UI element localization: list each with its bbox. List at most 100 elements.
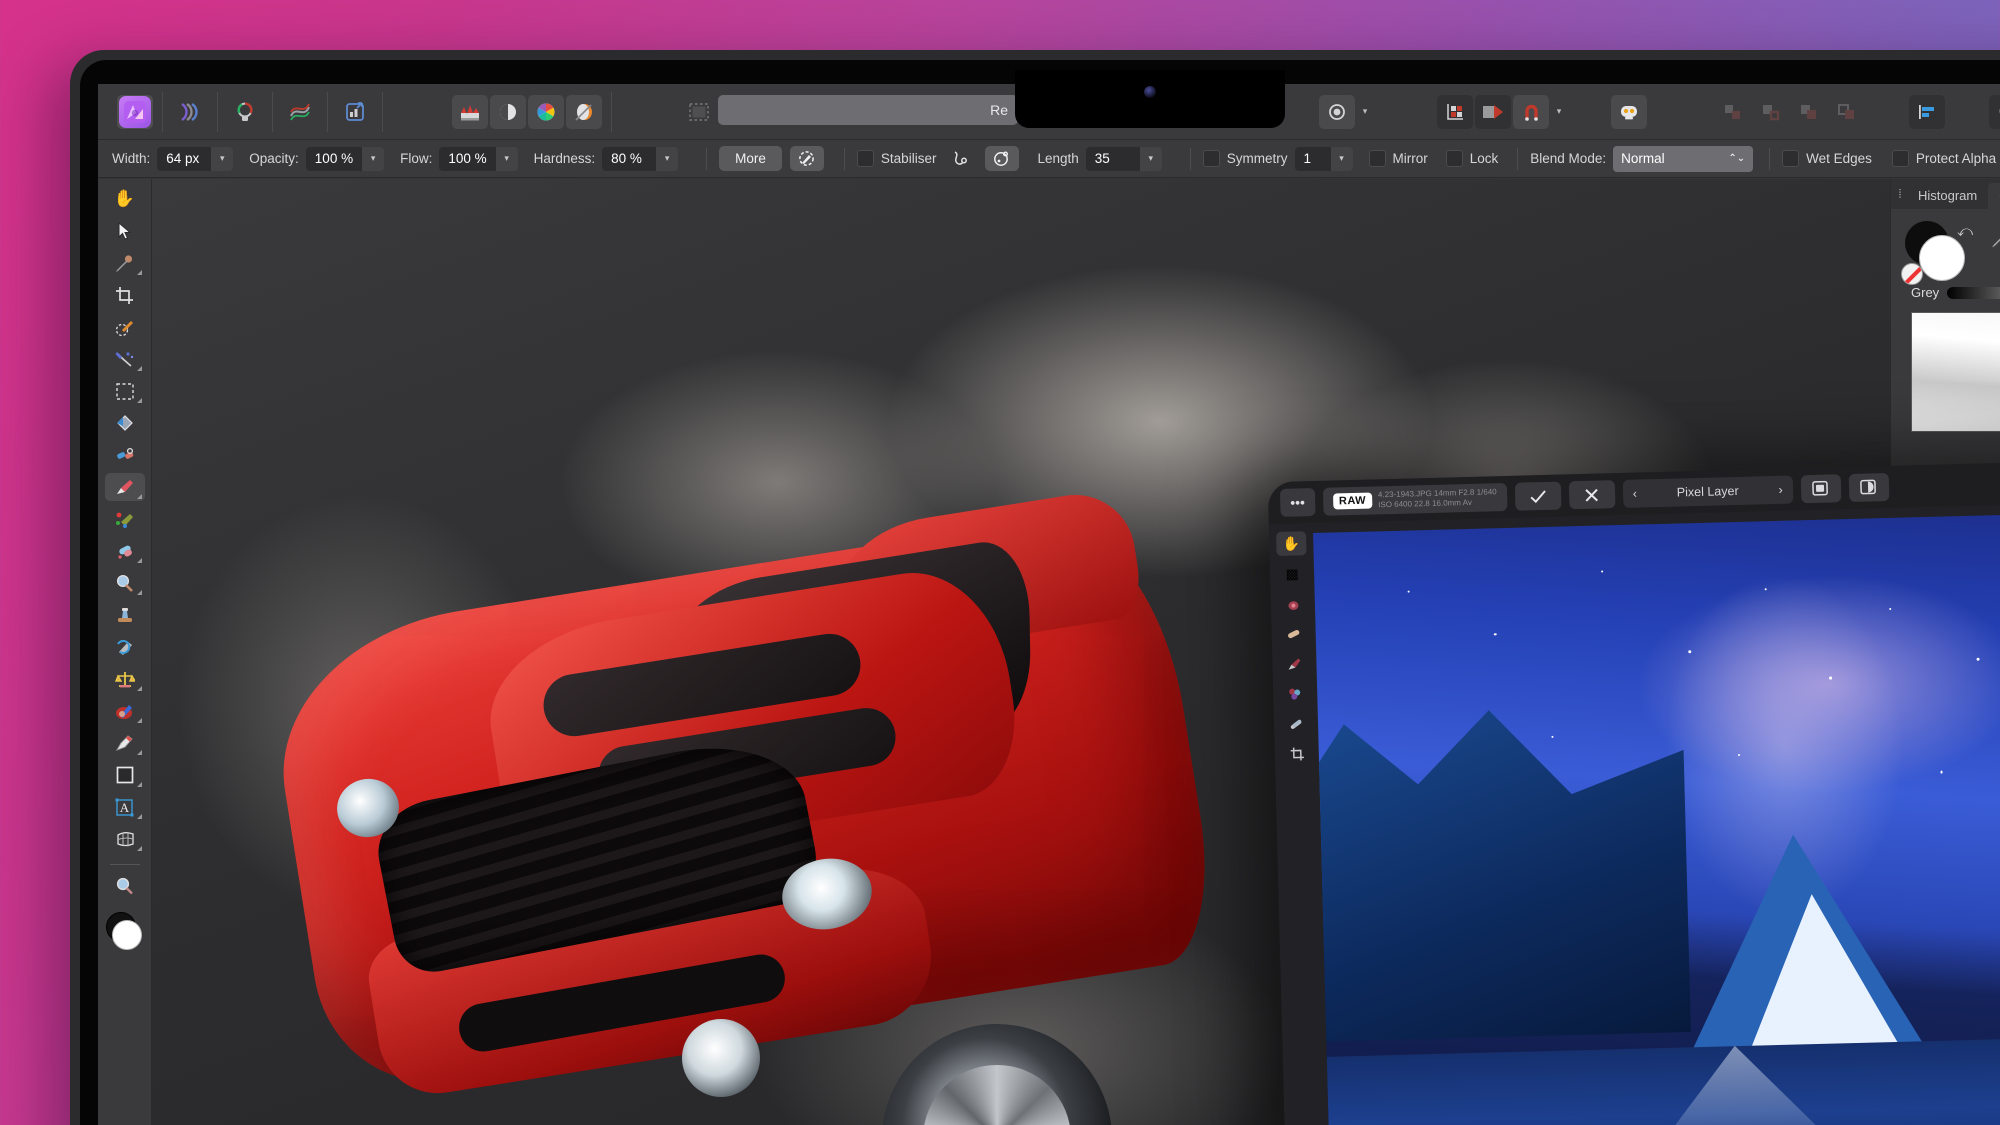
lock-checkbox[interactable] (1445, 150, 1463, 167)
cancel-button[interactable] (1568, 480, 1616, 510)
xor-icon[interactable] (1829, 95, 1865, 129)
stabiliser-checkbox[interactable] (856, 150, 874, 167)
undo-brush-tool[interactable] (105, 633, 145, 661)
persona-tonemapping-button[interactable] (282, 95, 318, 129)
wet-edges-checkbox[interactable] (1782, 150, 1800, 167)
align-left-icon[interactable] (1909, 94, 1945, 129)
crop-tool[interactable] (105, 281, 145, 309)
persona-liquify-button[interactable] (172, 95, 208, 129)
hardness-input[interactable]: 80 % (602, 146, 657, 171)
blend-mode-select[interactable]: Normal ⌃⌄ (1613, 145, 1754, 172)
flood-select-tool[interactable] (105, 345, 145, 373)
blemish-removal-tool[interactable] (105, 697, 145, 725)
artistic-text-tool[interactable]: A (105, 793, 145, 821)
width-input[interactable]: 64 px (157, 146, 212, 171)
output-layer-icon[interactable] (1800, 474, 1842, 504)
preview-mode-icon[interactable] (1319, 94, 1355, 129)
tablet-hand-tool[interactable]: ✋ (1276, 531, 1307, 557)
tablet-overlay-paint-tool[interactable] (1281, 711, 1312, 736)
preview-chevron-down-icon[interactable]: ▾ (1357, 95, 1373, 129)
chevron-left-icon[interactable]: ‹ (1633, 487, 1638, 501)
flow-stepper[interactable]: ▾ (495, 146, 518, 171)
colour-swatches[interactable] (104, 912, 146, 958)
width-stepper[interactable]: ▾ (211, 146, 234, 171)
tab-colour[interactable]: Colour (1988, 183, 2000, 209)
persona-export-group (328, 91, 383, 132)
mirror-checkbox[interactable] (1368, 150, 1386, 167)
persona-photo-button[interactable] (117, 94, 153, 129)
foreground-colour-swatch[interactable] (111, 920, 142, 950)
chevron-right-icon[interactable]: › (1778, 483, 1783, 497)
symmetry-count-input[interactable]: 1 (1294, 146, 1331, 171)
length-stepper[interactable]: ▾ (1139, 146, 1162, 171)
tablet-overlay-tool[interactable]: ▩ (1277, 561, 1308, 586)
persona-develop-button[interactable] (227, 95, 263, 129)
magnet-icon[interactable] (1513, 94, 1549, 129)
persona-export-button[interactable] (337, 95, 373, 129)
zoom-tool[interactable] (105, 872, 145, 900)
tablet-crop-tool[interactable] (1282, 741, 1313, 766)
inpainting-brush-tool[interactable] (105, 665, 145, 693)
more-button[interactable]: More (719, 146, 782, 171)
assistant-robot-icon[interactable] (1611, 94, 1647, 129)
erase-brush-tool[interactable] (105, 537, 145, 565)
compare-icon[interactable] (1848, 472, 1890, 503)
no-colour-icon[interactable] (1901, 263, 1923, 285)
camera-notch (1015, 70, 1285, 128)
tablet-red-eye-tool[interactable] (1278, 591, 1309, 616)
colour-picker-icon[interactable] (1991, 229, 2000, 254)
symmetry-stepper[interactable]: ▾ (1330, 146, 1353, 171)
intersect-icon[interactable] (1791, 95, 1827, 129)
opacity-stepper[interactable]: ▾ (362, 146, 385, 171)
length-input[interactable]: 35 (1085, 146, 1140, 171)
hardness-stepper[interactable]: ▾ (656, 146, 679, 171)
live-filter-icon[interactable] (566, 94, 602, 129)
panel-foreground-swatch[interactable] (1919, 235, 1965, 281)
tab-histogram[interactable]: Histogram (1907, 183, 1988, 209)
opacity-input[interactable]: 100 % (305, 146, 363, 171)
pen-tool[interactable] (105, 729, 145, 757)
gradient-tool[interactable] (105, 441, 145, 469)
apply-button[interactable] (1514, 481, 1562, 511)
snapping-grid-icon[interactable] (1437, 94, 1473, 129)
paint-brush-tool[interactable] (104, 473, 145, 501)
view-hand-tool[interactable]: ✋ (105, 185, 145, 213)
flood-fill-tool[interactable] (105, 409, 145, 437)
colour-gradient-field[interactable] (1911, 312, 2000, 432)
colour-picker-tool[interactable] (105, 249, 145, 277)
symmetry-checkbox[interactable] (1202, 150, 1220, 167)
dodge-brush-tool[interactable] (105, 569, 145, 597)
tablet-photo-canvas[interactable] (1313, 512, 2000, 1125)
brush-options-icon[interactable] (789, 146, 824, 171)
window-stabiliser-icon[interactable] (985, 146, 1020, 171)
mesh-warp-tool[interactable] (105, 825, 145, 853)
search-input[interactable]: Re (718, 95, 1018, 125)
flow-input[interactable]: 100 % (439, 146, 496, 171)
rectangle-tool[interactable] (105, 761, 145, 789)
swap-colours-icon[interactable]: ⤺ (1957, 223, 1973, 240)
adjustment-icon[interactable] (490, 94, 526, 129)
merge-icon[interactable] (1715, 95, 1751, 129)
snapping-chevron-down-icon[interactable]: ▾ (1551, 95, 1567, 129)
more-dots-icon[interactable]: ••• (1279, 488, 1316, 517)
tablet-paint-tool[interactable] (1280, 681, 1311, 706)
grey-channel-slider[interactable] (1947, 286, 2000, 299)
marquee-tool[interactable] (105, 377, 145, 405)
tablet-brush-tool[interactable] (1279, 651, 1310, 676)
ipad-device-overlay: ••• RAW 4.23-1943.JPG 14mm F2.8 1/640 IS… (1267, 456, 2000, 1125)
move-tool[interactable] (105, 217, 145, 245)
clone-brush-tool[interactable] (105, 601, 145, 629)
levels-icon[interactable] (452, 94, 488, 129)
snapping-candidates-icon[interactable] (1475, 94, 1511, 129)
panel-grip-icon[interactable]: ⦙⦙ (1891, 179, 1907, 209)
paint-mixer-tool[interactable] (105, 505, 145, 533)
colour-wheel-icon[interactable] (528, 94, 564, 129)
tablet-blemish-tool[interactable] (1278, 621, 1309, 646)
selection-brush-tool[interactable] (105, 313, 145, 341)
subtract-icon[interactable] (1753, 95, 1789, 129)
rope-stabiliser-icon[interactable] (943, 146, 977, 171)
blend-group (1980, 92, 2000, 132)
protect-alpha-checkbox[interactable] (1891, 150, 1909, 167)
blend-circle-icon[interactable] (1989, 94, 2000, 129)
mask-add-icon[interactable] (681, 95, 717, 129)
